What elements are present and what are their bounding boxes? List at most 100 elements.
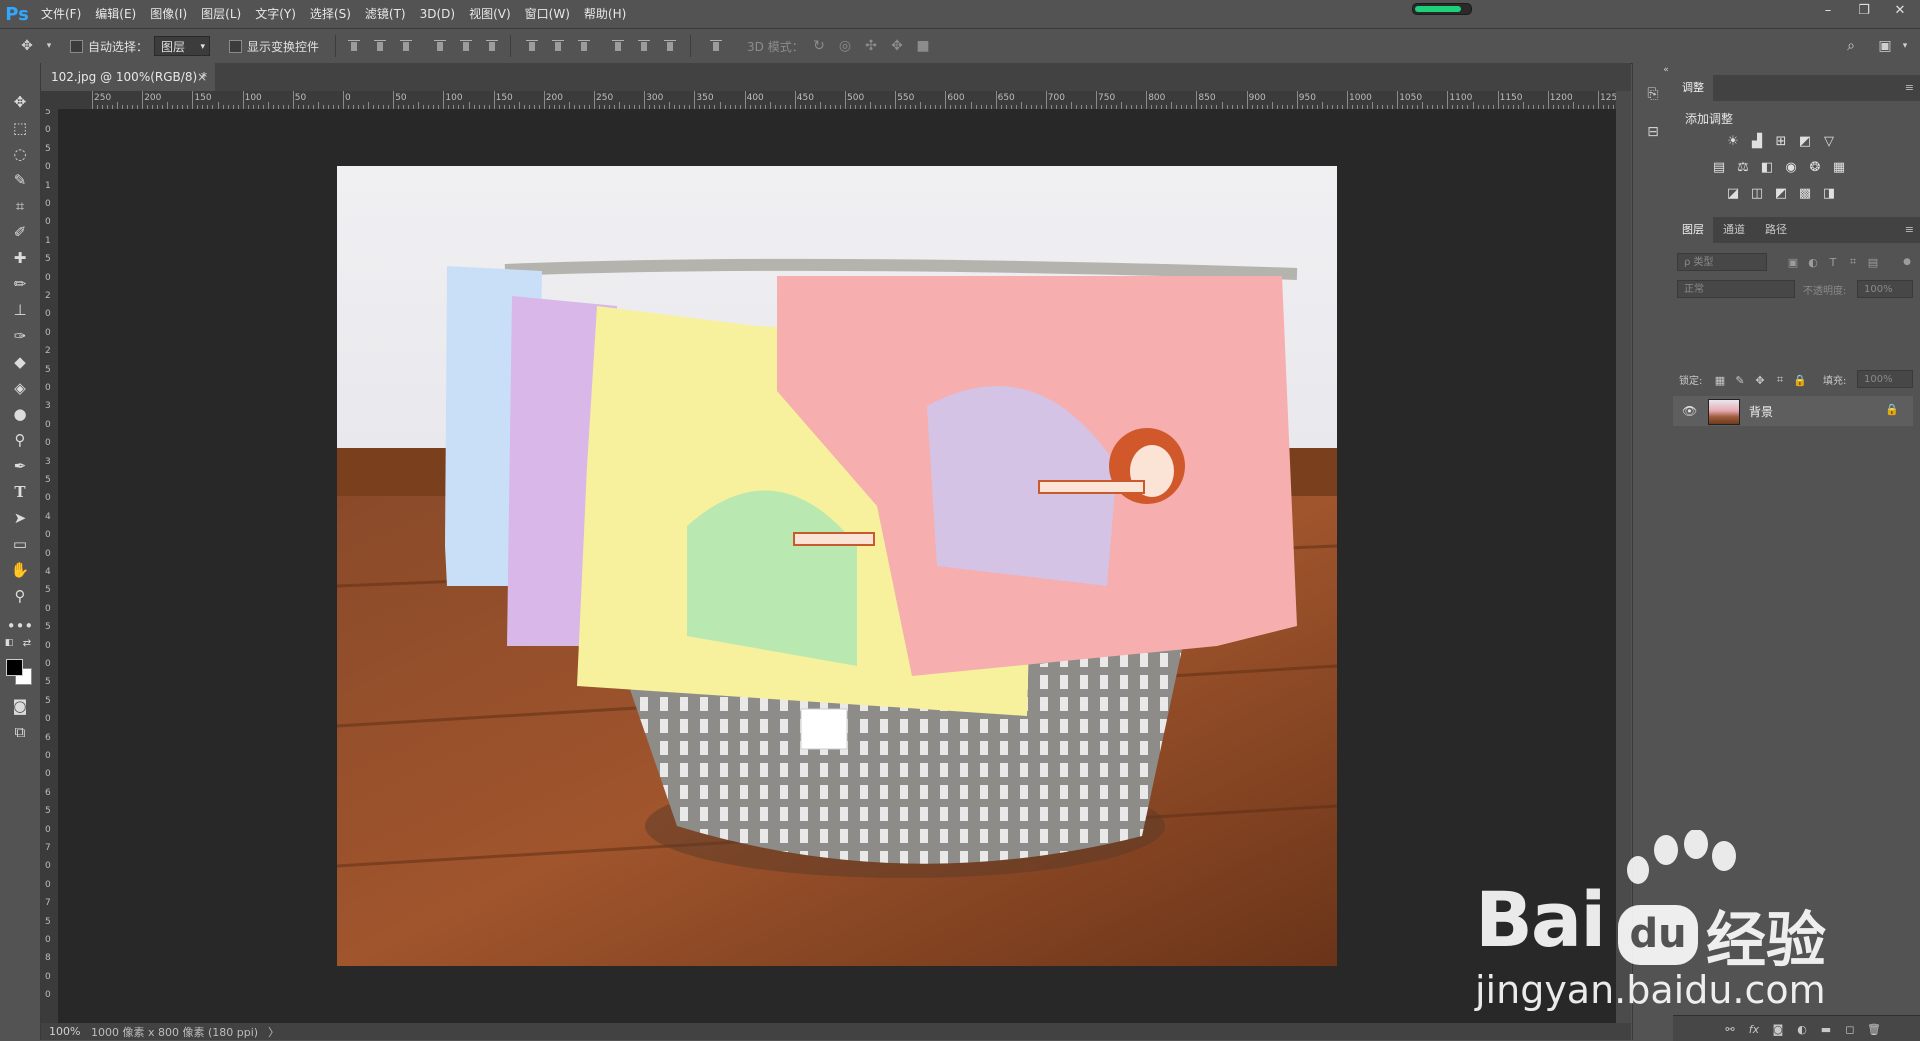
- align-right-icon[interactable]: [486, 40, 498, 52]
- selective-color-icon[interactable]: ▩: [1797, 185, 1813, 201]
- 3d-orbit-icon[interactable]: ↻: [810, 37, 828, 55]
- distribute-right-icon[interactable]: [664, 40, 676, 52]
- filter-smart-object-icon[interactable]: ▤: [1865, 254, 1881, 270]
- fx-icon[interactable]: fx: [1747, 1022, 1761, 1036]
- invert-icon[interactable]: ◪: [1725, 185, 1741, 201]
- chevron-down-icon[interactable]: ▾: [1896, 37, 1914, 55]
- color-lookup-icon[interactable]: ▦: [1831, 159, 1847, 175]
- workspace-icon[interactable]: ▣: [1876, 37, 1894, 55]
- adjustment-layer-icon[interactable]: ◐: [1795, 1022, 1809, 1036]
- document-tab[interactable]: 102.jpg @ 100%(RGB/8) * ×: [41, 63, 215, 91]
- quick-select-icon[interactable]: ✎: [7, 169, 33, 191]
- menu-help[interactable]: 帮助(H): [577, 0, 633, 28]
- lock-transparency-icon[interactable]: ▦: [1713, 373, 1727, 387]
- quick-mask-icon[interactable]: ◙: [7, 695, 33, 717]
- align-hcenter-icon[interactable]: [460, 40, 472, 52]
- threshold-icon[interactable]: ◩: [1773, 185, 1789, 201]
- hand-icon[interactable]: ✋: [7, 559, 33, 581]
- filter-adjustment-icon[interactable]: ◐: [1805, 254, 1821, 270]
- 3d-slide-icon[interactable]: ✥: [888, 37, 906, 55]
- add-mask-icon[interactable]: ◙: [1771, 1022, 1785, 1036]
- brush-icon[interactable]: ✏: [7, 273, 33, 295]
- type-icon[interactable]: T: [7, 481, 33, 503]
- canvas-area[interactable]: [58, 109, 1616, 1023]
- zoom-level[interactable]: 100%: [49, 1025, 85, 1038]
- screen-mode-icon[interactable]: ⧉: [7, 721, 33, 743]
- close-icon[interactable]: ×: [197, 70, 207, 84]
- color-balance-icon[interactable]: ⚖: [1735, 159, 1751, 175]
- zoom-icon[interactable]: ⚲: [7, 585, 33, 607]
- menu-image[interactable]: 图像(I): [143, 0, 194, 28]
- restore-icon[interactable]: ❐: [1846, 0, 1882, 20]
- filter-pixel-icon[interactable]: ▣: [1785, 254, 1801, 270]
- foreground-color-swatch[interactable]: [6, 659, 23, 676]
- dodge-icon[interactable]: ⚲: [7, 429, 33, 451]
- brightness-icon[interactable]: ☀: [1725, 133, 1741, 149]
- menu-filter[interactable]: 滤镜(T): [358, 0, 413, 28]
- distribute-hcenter-icon[interactable]: [638, 40, 650, 52]
- app-logo[interactable]: Ps: [0, 0, 34, 28]
- distribute-left-icon[interactable]: [612, 40, 624, 52]
- history-brush-icon[interactable]: ✑: [7, 325, 33, 347]
- info-menu-arrow[interactable]: 〉: [268, 1024, 279, 1040]
- blend-mode-select[interactable]: 正常: [1677, 280, 1795, 298]
- properties-panel-icon[interactable]: ⊟: [1644, 123, 1662, 141]
- fill-input[interactable]: 100%: [1857, 370, 1913, 388]
- gradient-map-icon[interactable]: ◨: [1821, 185, 1837, 201]
- paint-bucket-icon[interactable]: ◈: [7, 377, 33, 399]
- layer-row[interactable]: 👁 背景 🔒: [1673, 396, 1913, 426]
- visibility-eye-icon[interactable]: 👁: [1682, 404, 1697, 418]
- levels-icon[interactable]: ▟: [1749, 133, 1765, 149]
- delete-layer-icon[interactable]: 🗑: [1867, 1022, 1881, 1036]
- tab-paths[interactable]: 路径: [1755, 217, 1797, 243]
- align-left-icon[interactable]: [434, 40, 446, 52]
- menu-edit[interactable]: 编辑(E): [88, 0, 143, 28]
- filter-type-icon[interactable]: T: [1825, 254, 1841, 270]
- tab-layers[interactable]: 图层: [1673, 217, 1713, 243]
- move-tool-icon[interactable]: ✥: [18, 37, 36, 55]
- 3d-roll-icon[interactable]: ◎: [836, 37, 854, 55]
- lock-all-icon[interactable]: 🔒: [1793, 373, 1807, 387]
- show-transform-checkbox[interactable]: [229, 40, 242, 53]
- hue-saturation-icon[interactable]: ▤: [1711, 159, 1727, 175]
- rectangle-icon[interactable]: ▭: [7, 533, 33, 555]
- align-bottom-icon[interactable]: [400, 40, 412, 52]
- distribute-bottom-icon[interactable]: [578, 40, 590, 52]
- more-icon[interactable]: •••: [7, 615, 34, 637]
- align-vcenter-icon[interactable]: [374, 40, 386, 52]
- link-layers-icon[interactable]: ⚯: [1723, 1022, 1737, 1036]
- horizontal-ruler[interactable]: 250 200 150 100 50 0 50 100 150 200 250 300 350 400 45…: [58, 91, 1616, 110]
- minimize-icon[interactable]: –: [1810, 0, 1846, 20]
- 3d-scale-icon[interactable]: ■: [914, 37, 932, 55]
- blur-icon[interactable]: ●: [7, 403, 33, 425]
- menu-select[interactable]: 选择(S): [303, 0, 358, 28]
- ruler-origin[interactable]: [41, 91, 59, 110]
- swap-colors-icon[interactable]: ⇄: [20, 637, 34, 649]
- menu-view[interactable]: 视图(V): [462, 0, 518, 28]
- path-select-icon[interactable]: ➤: [7, 507, 33, 529]
- auto-select-checkbox[interactable]: [70, 40, 83, 53]
- lock-pixels-icon[interactable]: ✎: [1733, 373, 1747, 387]
- panel-menu-icon[interactable]: ≡: [1905, 81, 1914, 94]
- history-panel-icon[interactable]: ⎘: [1644, 85, 1662, 103]
- menu-file[interactable]: 文件(F): [34, 0, 88, 28]
- default-colors-icon[interactable]: ◧: [2, 637, 16, 649]
- eyedropper-icon[interactable]: ✐: [7, 221, 33, 243]
- eraser-icon[interactable]: ◆: [7, 351, 33, 373]
- pen-icon[interactable]: ✒: [7, 455, 33, 477]
- move-icon[interactable]: ✥: [7, 91, 33, 113]
- document-image[interactable]: [337, 166, 1337, 966]
- layer-name[interactable]: 背景: [1749, 403, 1773, 420]
- menu-window[interactable]: 窗口(W): [518, 0, 577, 28]
- black-white-icon[interactable]: ◧: [1759, 159, 1775, 175]
- new-group-icon[interactable]: ▬: [1819, 1022, 1833, 1036]
- exposure-icon[interactable]: ◩: [1797, 133, 1813, 149]
- menu-type[interactable]: 文字(Y): [248, 0, 303, 28]
- layer-kind-filter[interactable]: ρ 类型: [1677, 253, 1767, 271]
- posterize-icon[interactable]: ◫: [1749, 185, 1765, 201]
- menu-3d[interactable]: 3D(D): [413, 0, 462, 28]
- 3d-pan-icon[interactable]: ✣: [862, 37, 880, 55]
- crop-icon[interactable]: ⌗: [7, 195, 33, 217]
- channel-mixer-icon[interactable]: ❂: [1807, 159, 1823, 175]
- tab-channels[interactable]: 通道: [1713, 217, 1755, 243]
